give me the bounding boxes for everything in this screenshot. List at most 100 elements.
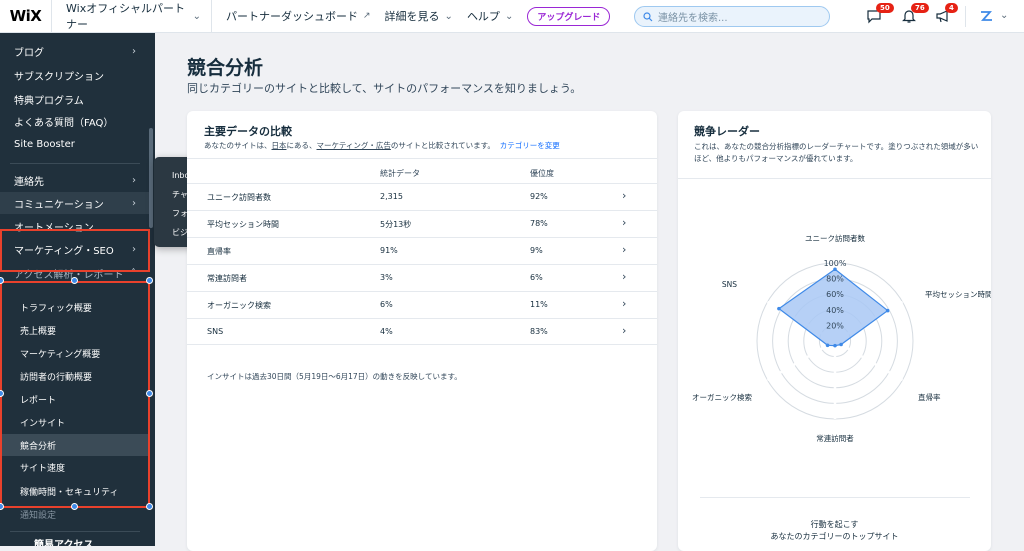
- radar-chart: 20% 40% 60% 80% 100% ユニーク訪問者数平均セッション時間直帰率常連訪問…: [692, 233, 991, 443]
- metric-name: ユニーク訪問者数: [207, 193, 271, 202]
- radar-tick-label: 40%: [826, 306, 844, 315]
- metric-rank: 83%: [530, 327, 548, 336]
- sidebar-item-subscriptions[interactable]: サブスクリプション: [0, 65, 150, 85]
- table-row[interactable]: ユニーク訪問者数 2,315 92% ›: [187, 183, 657, 210]
- chevron-down-icon: ⌄: [504, 10, 514, 22]
- table-row[interactable]: 常連訪問者 3% 6% ›: [187, 264, 657, 291]
- page-subtitle: 同じカテゴリーのサイトと比較して、サイトのパフォーマンスを知りましょう。: [187, 82, 582, 95]
- sidebar-item-blog[interactable]: ブログ ›: [0, 41, 150, 61]
- chevron-right-icon: ›: [622, 324, 627, 337]
- radar-spoke: [834, 339, 904, 382]
- search-input[interactable]: 連絡先を検索...: [634, 6, 830, 27]
- change-category-link[interactable]: カテゴリーを変更: [500, 141, 560, 150]
- metric-name: オーガニック検索: [207, 301, 271, 310]
- metric-rank: 6%: [530, 273, 543, 282]
- radar-spoke: [766, 339, 836, 382]
- radar-title: 競争レーダー: [694, 125, 760, 138]
- radar-axis-label: 直帰率: [918, 392, 941, 402]
- chevron-down-icon: ⌄: [192, 10, 201, 22]
- wix-logo[interactable]: WiX: [0, 0, 52, 33]
- nav-learn-more[interactable]: 詳細を見る ⌄: [385, 8, 453, 24]
- radar-tick-label: 20%: [826, 321, 844, 330]
- chevron-right-icon: ›: [132, 174, 136, 186]
- sidebar-item-loyalty[interactable]: 特典プログラム: [0, 89, 150, 109]
- radar-axis-label: 常連訪問者: [816, 433, 854, 443]
- chevron-right-icon: ›: [132, 197, 136, 209]
- radar-description: これは、あなたの競合分析指標のレーダーチャートです。塗りつぶされた領域が多いほど…: [694, 142, 979, 163]
- metric-name: 常連訪問者: [207, 274, 247, 283]
- radar-data-point: [885, 308, 890, 313]
- sidebar-item-faq[interactable]: よくある質問（FAQ）: [0, 111, 150, 131]
- metric-name: 平均セッション時間: [207, 220, 279, 229]
- metric-stat: 2,315: [380, 192, 403, 201]
- selection-handle[interactable]: [146, 503, 153, 510]
- sidebar-divider: [10, 531, 140, 532]
- table-row[interactable]: SNS 4% 83% ›: [187, 318, 657, 345]
- selection-handle[interactable]: [146, 390, 153, 397]
- selection-handle[interactable]: [146, 277, 153, 284]
- highlight-box-marketing: [0, 229, 150, 272]
- radar-axis-label: ユニーク訪問者数: [805, 233, 865, 243]
- topbar-divider: [965, 6, 966, 27]
- metric-stat: 4%: [380, 327, 393, 336]
- nav-help[interactable]: ヘルプ ⌄: [467, 8, 513, 24]
- nav-partner-dashboard[interactable]: パートナーダッシュボード ↗: [226, 8, 371, 24]
- search-icon: [643, 11, 653, 21]
- chevron-right-icon: ›: [622, 189, 627, 202]
- cta-title: 行動を起こす: [810, 520, 859, 529]
- announcements-button[interactable]: 4: [935, 3, 958, 26]
- selection-handle[interactable]: [71, 277, 78, 284]
- search-placeholder: 連絡先を検索...: [658, 13, 728, 24]
- sidebar-quick-access[interactable]: 簡易アクセス: [0, 536, 150, 547]
- chevron-down-icon: ⌄: [444, 10, 453, 22]
- chevron-right-icon: ›: [622, 297, 627, 310]
- radar-axis-label: SNS: [722, 280, 737, 289]
- metric-rank: 11%: [530, 300, 548, 309]
- chevron-right-icon: ›: [132, 45, 136, 57]
- card-divider: [700, 497, 970, 498]
- sidebar-item-communications[interactable]: コミュニケーション ›: [0, 192, 150, 214]
- external-link-icon: ↗: [363, 11, 371, 21]
- metric-rank: 78%: [530, 219, 548, 228]
- category-link[interactable]: マーケティング・広告: [317, 141, 391, 150]
- metric-rank: 9%: [530, 246, 543, 255]
- chevron-right-icon: ›: [622, 243, 627, 256]
- comparison-description: あなたのサイトは、日本にある、マーケティング・広告のサイトと比較されています。 …: [204, 141, 560, 150]
- radar-axis-label: 平均セッション時間: [925, 289, 991, 299]
- radar-data-point: [839, 342, 843, 347]
- cta-subtitle: あなたのカテゴリーのトップサイト: [770, 532, 899, 541]
- sidebar-item-contacts[interactable]: 連絡先 ›: [0, 170, 150, 190]
- sidebar-scrollbar[interactable]: [149, 128, 153, 228]
- radar-axis-label: オーガニック検索: [692, 392, 752, 402]
- card-divider: [187, 158, 657, 159]
- selection-handle[interactable]: [71, 503, 78, 510]
- radar-tick-label: 60%: [826, 290, 844, 299]
- upgrade-button[interactable]: アップグレード: [527, 6, 611, 26]
- metric-name: SNS: [207, 327, 224, 336]
- table-row[interactable]: 直帰率 91% 9% ›: [187, 237, 657, 264]
- header-rank: 優位度: [530, 169, 554, 178]
- metric-stat: 5分13秒: [380, 220, 412, 229]
- sidebar-item-site-booster[interactable]: Site Booster: [0, 134, 150, 154]
- brand-avatar-icon: [981, 11, 992, 21]
- radar-data-point: [825, 343, 830, 348]
- metric-stat: 6%: [380, 300, 393, 309]
- country-link[interactable]: 日本: [272, 141, 287, 150]
- metric-name: 直帰率: [207, 247, 231, 256]
- chevron-down-icon[interactable]: ⌄: [1000, 10, 1008, 21]
- chat-button[interactable]: 50: [866, 3, 894, 26]
- header-stat: 統計データ: [380, 169, 420, 178]
- site-selector[interactable]: Wixオフィシャルパートナー ⌄: [52, 0, 212, 33]
- table-row[interactable]: 平均セッション時間 5分13秒 78% ›: [187, 210, 657, 237]
- account-menu[interactable]: [978, 8, 996, 26]
- highlight-box-analytics: [0, 281, 150, 508]
- notifications-button[interactable]: 76: [901, 3, 929, 26]
- chat-badge: 50: [876, 3, 894, 13]
- table-row[interactable]: オーガニック検索 6% 11% ›: [187, 291, 657, 318]
- megaphone-badge: 4: [945, 3, 958, 13]
- radar-tick-label: 100%: [824, 259, 847, 268]
- page-title: 競合分析: [187, 57, 264, 79]
- comparison-card: 主要データの比較 あなたのサイトは、日本にある、マーケティング・広告のサイトと比…: [187, 111, 657, 551]
- radar-data-point: [777, 306, 781, 311]
- chevron-right-icon: ›: [622, 270, 627, 283]
